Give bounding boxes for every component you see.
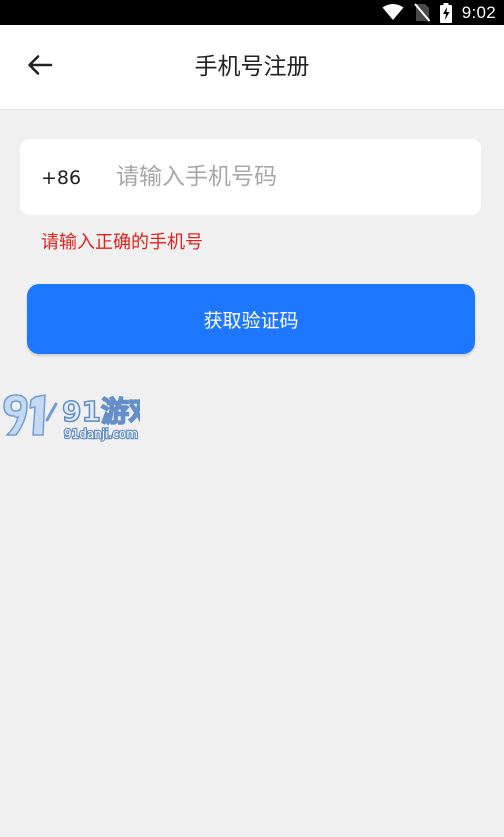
get-verification-code-button[interactable]: 获取验证码 [27,284,475,354]
wifi-icon [382,4,404,21]
back-button[interactable] [18,47,62,87]
arrow-left-icon [27,54,53,80]
battery-charging-icon [439,2,452,23]
status-icons: 9:02 [382,0,496,25]
status-time: 9:02 [461,2,496,22]
watermark-logo-text: 91游戏 [62,395,140,428]
app-bar: 手机号注册 [0,25,504,110]
status-bar: 9:02 [0,0,504,25]
phone-number-input[interactable] [116,153,466,201]
site-watermark-logo: 91游戏 91danji.com [0,390,158,448]
watermark-domain-text: 91danji.com [64,427,138,441]
phone-input-card: +86 [20,139,481,215]
country-code[interactable]: +86 [41,139,81,215]
page-title: 手机号注册 [194,54,310,80]
no-sim-icon [413,3,430,22]
error-message: 请输入正确的手机号 [41,232,203,253]
